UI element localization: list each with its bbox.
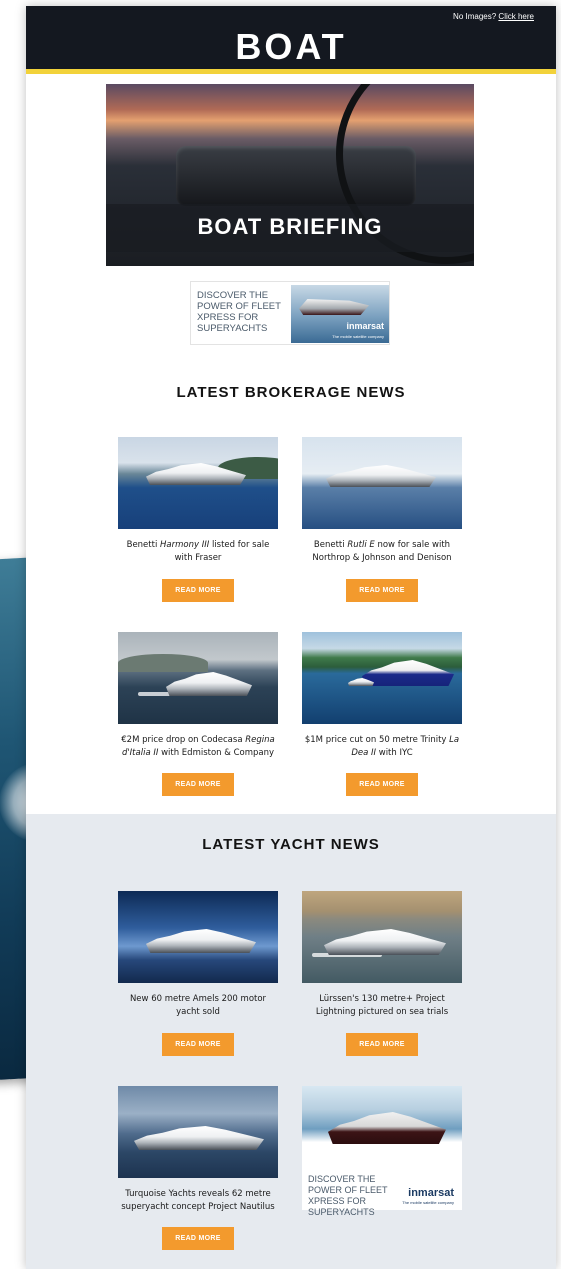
- hero-banner[interactable]: BOAT BRIEFING: [106, 84, 474, 266]
- yacht-news-card-2: Lürssen's 130 metre+ Project Lightning p…: [302, 891, 462, 1019]
- caption-text: with IYC: [376, 748, 413, 758]
- yacht-news-card-1: New 60 metre Amels 200 motor yacht sold: [118, 891, 278, 1019]
- brokerage-card-1: Benetti Harmony III listed for sale with…: [118, 437, 278, 565]
- ad-yacht-shape: [299, 299, 369, 315]
- inmarsat-card-ad[interactable]: DISCOVER THE POWER OF FLEET XPRESS FOR S…: [302, 1086, 462, 1217]
- caption-text: $1M price cut on 50 metre Trinity: [304, 735, 450, 745]
- yacht-shape: [134, 1126, 264, 1150]
- read-more-button[interactable]: READ MORE: [162, 579, 234, 602]
- caption-text: Benetti: [313, 540, 348, 550]
- brokerage-caption-4[interactable]: $1M price cut on 50 metre Trinity La Dea…: [302, 734, 462, 760]
- brokerage-caption-2[interactable]: Benetti Rutli E now for sale with Northr…: [302, 539, 462, 565]
- brokerage-card-4: $1M price cut on 50 metre Trinity La Dea…: [302, 632, 462, 760]
- read-more-button[interactable]: READ MORE: [346, 773, 418, 796]
- boat-logo[interactable]: BOAT: [26, 26, 556, 68]
- brokerage-caption-1[interactable]: Benetti Harmony III listed for sale with…: [118, 539, 278, 565]
- yacht-news-card-3: Turquoise Yachts reveals 62 metre supery…: [118, 1086, 278, 1214]
- yacht-shape: [328, 1112, 446, 1144]
- brokerage-card-3: €2M price drop on Codecasa Regina d'Ital…: [118, 632, 278, 760]
- yacht-news-caption-1[interactable]: New 60 metre Amels 200 motor yacht sold: [118, 993, 278, 1019]
- brokerage-card-2: Benetti Rutli E now for sale with Northr…: [302, 437, 462, 565]
- yacht-news-heading: LATEST YACHT NEWS: [202, 836, 380, 853]
- brokerage-caption-3[interactable]: €2M price drop on Codecasa Regina d'Ital…: [118, 734, 278, 760]
- yacht-news-caption-3[interactable]: Turquoise Yachts reveals 62 metre supery…: [118, 1188, 278, 1214]
- no-images-link[interactable]: Click here: [498, 12, 534, 21]
- no-images-notice: No Images? Click here: [453, 12, 534, 21]
- read-more-button[interactable]: READ MORE: [162, 773, 234, 796]
- inmarsat-logo: inmarsat: [346, 321, 384, 331]
- masthead: No Images? Click here BOAT: [26, 6, 556, 74]
- yacht-shape: [166, 672, 252, 696]
- yacht-shape: [324, 929, 446, 955]
- ad-yacht-image: [302, 1086, 462, 1164]
- inmarsat-banner-ad[interactable]: DISCOVER THE POWER OF FLEET XPRESS FOR S…: [190, 281, 390, 345]
- read-more-button[interactable]: READ MORE: [162, 1227, 234, 1250]
- newsletter: No Images? Click here BOAT BOAT BRIEFING…: [26, 6, 556, 1269]
- read-more-button[interactable]: READ MORE: [162, 1033, 234, 1056]
- brokerage-image-4[interactable]: [302, 632, 462, 724]
- read-more-button[interactable]: READ MORE: [346, 1033, 418, 1056]
- hero-title: BOAT BRIEFING: [197, 214, 383, 239]
- hill-shape: [118, 654, 208, 672]
- ad-tagline: The mobile satellite company: [402, 1200, 454, 1205]
- brokerage-heading: LATEST BROKERAGE NEWS: [176, 384, 406, 401]
- ad-copy: DISCOVER THE POWER OF FLEET XPRESS FOR S…: [308, 1174, 388, 1217]
- yacht-news-image-3[interactable]: [118, 1086, 278, 1178]
- yacht-news-caption-2[interactable]: Lürssen's 130 metre+ Project Lightning p…: [302, 993, 462, 1019]
- yacht-shape: [362, 660, 454, 686]
- yacht-news-image-2[interactable]: [302, 891, 462, 983]
- ad-yacht-image: inmarsat The mobile satellite company: [291, 285, 389, 343]
- brokerage-image-3[interactable]: [118, 632, 278, 724]
- ad-copy: DISCOVER THE POWER OF FLEET XPRESS FOR S…: [197, 290, 281, 334]
- inmarsat-logo: inmarsat: [408, 1187, 454, 1199]
- yacht-name: Rutli E: [347, 540, 375, 550]
- yacht-news-section: [26, 814, 556, 1269]
- ad-tagline: The mobile satellite company: [332, 334, 384, 339]
- caption-text: €2M price drop on Codecasa: [121, 735, 246, 745]
- no-images-text: No Images?: [453, 12, 497, 21]
- caption-text: with Edmiston & Company: [158, 748, 275, 758]
- yacht-name: Harmony III: [160, 540, 210, 550]
- brokerage-image-2[interactable]: [302, 437, 462, 529]
- caption-text: Benetti: [126, 540, 161, 550]
- read-more-button[interactable]: READ MORE: [346, 579, 418, 602]
- yacht-shape: [146, 929, 256, 953]
- yacht-news-image-1[interactable]: [118, 891, 278, 983]
- yacht-shape: [326, 465, 436, 487]
- brokerage-image-1[interactable]: [118, 437, 278, 529]
